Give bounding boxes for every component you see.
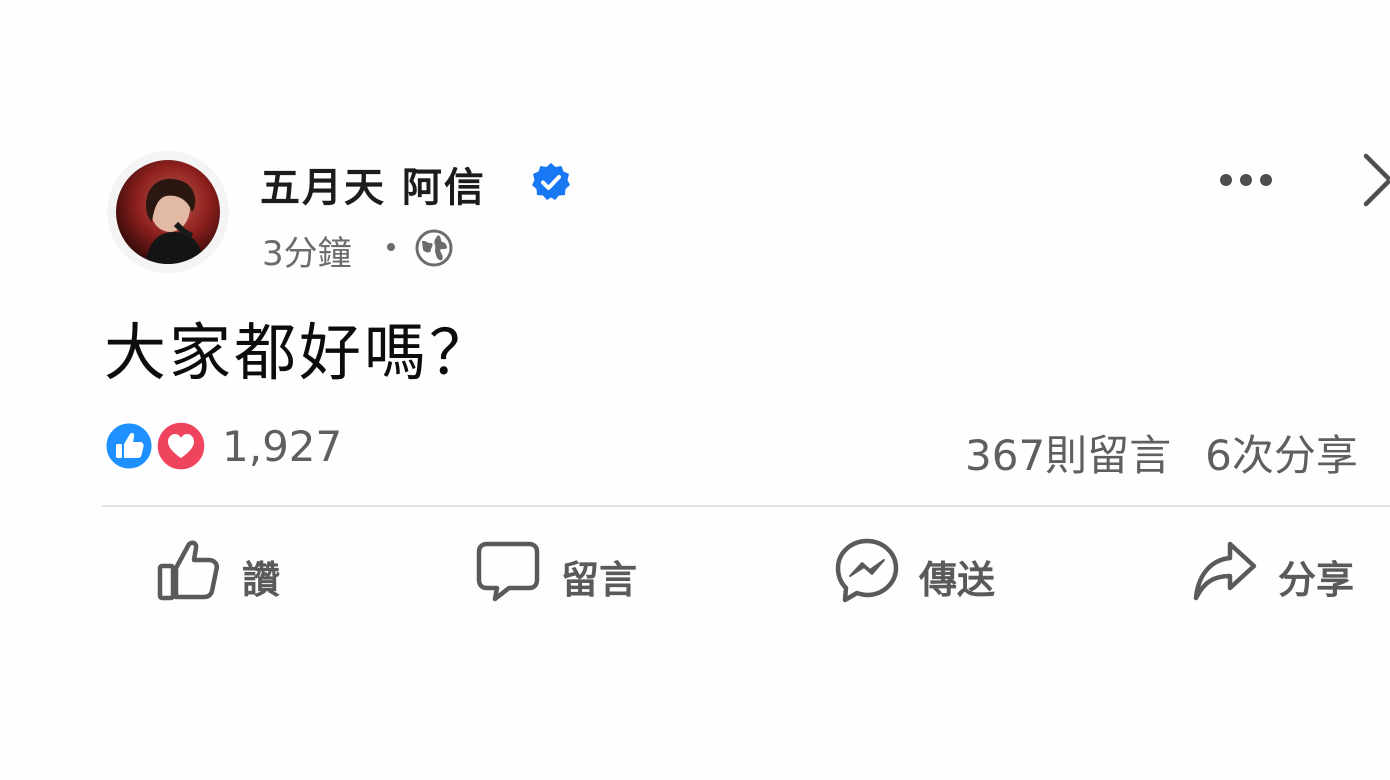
thumbs-up-reaction-icon[interactable] bbox=[103, 420, 155, 472]
meta-separator-dot bbox=[387, 243, 395, 251]
send-label: 傳送 bbox=[919, 558, 996, 602]
thumbs-up-icon bbox=[157, 540, 220, 601]
comment-label: 留言 bbox=[561, 558, 638, 602]
close-icon[interactable] bbox=[1362, 152, 1390, 208]
share-label: 分享 bbox=[1278, 558, 1355, 602]
globe-icon[interactable] bbox=[414, 228, 454, 268]
facebook-post: 五月天 阿信 3分鐘 大家都好嗎？ 1,927 367則留言 6次分享 讚 留言… bbox=[0, 0, 1390, 780]
divider bbox=[102, 505, 1390, 507]
like-label: 讚 bbox=[242, 558, 281, 602]
messenger-icon bbox=[835, 538, 899, 603]
post-body-text: 大家都好嗎？ bbox=[104, 316, 495, 389]
comment-count[interactable]: 367則留言 bbox=[965, 431, 1171, 480]
verified-badge-icon bbox=[532, 163, 570, 200]
send-button[interactable]: 傳送 bbox=[833, 536, 1013, 608]
speech-bubble-icon bbox=[476, 541, 540, 602]
share-count[interactable]: 6次分享 bbox=[1205, 431, 1358, 480]
post-timestamp[interactable]: 3分鐘 bbox=[262, 226, 352, 275]
more-dots-icon[interactable] bbox=[1218, 172, 1274, 188]
author-name[interactable]: 五月天 阿信 bbox=[260, 155, 486, 213]
avatar[interactable] bbox=[107, 151, 229, 273]
share-button[interactable]: 分享 bbox=[1192, 536, 1372, 608]
comment-button[interactable]: 留言 bbox=[475, 536, 655, 608]
heart-reaction-icon[interactable] bbox=[153, 420, 209, 472]
share-arrow-icon bbox=[1193, 541, 1257, 601]
like-button[interactable]: 讚 bbox=[156, 536, 296, 608]
reaction-count[interactable]: 1,927 bbox=[222, 422, 342, 471]
avatar-image bbox=[116, 160, 220, 264]
engagement-stats: 367則留言 6次分享 bbox=[965, 422, 1358, 483]
